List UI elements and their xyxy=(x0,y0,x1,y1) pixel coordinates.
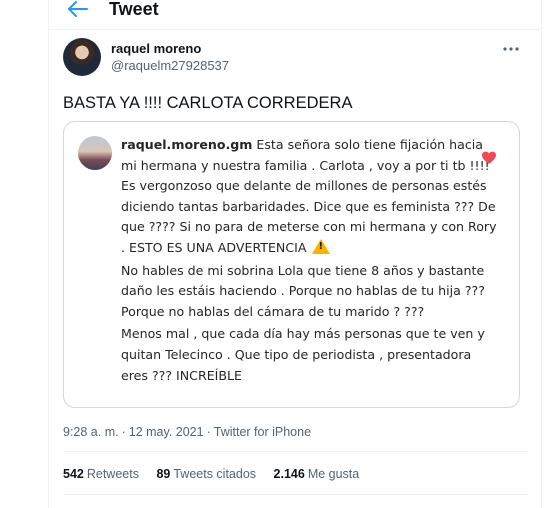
media-username: raquel.moreno.gm xyxy=(121,137,253,152)
retweets-label: Retweets xyxy=(86,467,139,481)
tweet-time[interactable]: 9:28 a. m. xyxy=(63,425,119,439)
tweet-meta: 9:28 a. m. · 12 may. 2021 · Twitter for iPho… xyxy=(63,425,311,439)
tweet-source[interactable]: Twitter for iPhone xyxy=(214,425,311,439)
tweet-date[interactable]: 12 may. 2021 xyxy=(129,425,204,439)
quotes-label: Tweets citados xyxy=(173,467,257,481)
author-name[interactable]: raquel moreno xyxy=(111,41,201,56)
avatar[interactable] xyxy=(63,38,101,76)
page-title: Tweet xyxy=(109,0,159,19)
header-divider xyxy=(49,29,541,30)
likes-count: 2.146 xyxy=(273,467,305,481)
tweet-column: Tweet raquel moreno @raquelm27928537 BAS… xyxy=(48,0,542,508)
heart-icon xyxy=(481,150,497,166)
meta-separator: · xyxy=(121,425,126,439)
divider xyxy=(63,494,529,495)
divider xyxy=(63,451,529,452)
tweet-header: Tweet xyxy=(49,0,541,30)
likes-stat[interactable]: 2.146 Me gusta xyxy=(274,467,360,481)
tweet-stats: 542 Retweets 89 Tweets citados 2.146 Me gus… xyxy=(63,467,373,481)
media-avatar xyxy=(78,136,112,170)
warning-icon xyxy=(312,238,331,254)
tweet-media-image[interactable]: raquel.moreno.gm Esta señora solo tiene … xyxy=(63,121,520,408)
retweets-count: 542 xyxy=(63,467,84,481)
back-arrow-icon[interactable] xyxy=(65,0,91,20)
media-paragraph-1: Esta señora solo tiene fijación hacia mi… xyxy=(121,137,497,255)
retweets-stat[interactable]: 542 Retweets xyxy=(63,467,139,481)
more-icon[interactable] xyxy=(503,36,519,57)
quotes-count: 89 xyxy=(156,467,171,481)
media-paragraph-2: No hables de mi sobrina Lola que tiene 8… xyxy=(121,262,485,319)
quotes-stat[interactable]: 89 Tweets citados xyxy=(156,467,256,481)
meta-separator: · xyxy=(206,425,211,439)
tweet-text: BASTA YA !!!! CARLOTA CORREDERA xyxy=(63,94,353,112)
author-handle[interactable]: @raquelm27928537 xyxy=(111,58,229,73)
media-caption: raquel.moreno.gm Esta señora solo tiene … xyxy=(121,135,501,386)
likes-label: Me gusta xyxy=(307,467,360,481)
media-paragraph-3: Menos mal , que cada día hay más persona… xyxy=(121,326,485,383)
